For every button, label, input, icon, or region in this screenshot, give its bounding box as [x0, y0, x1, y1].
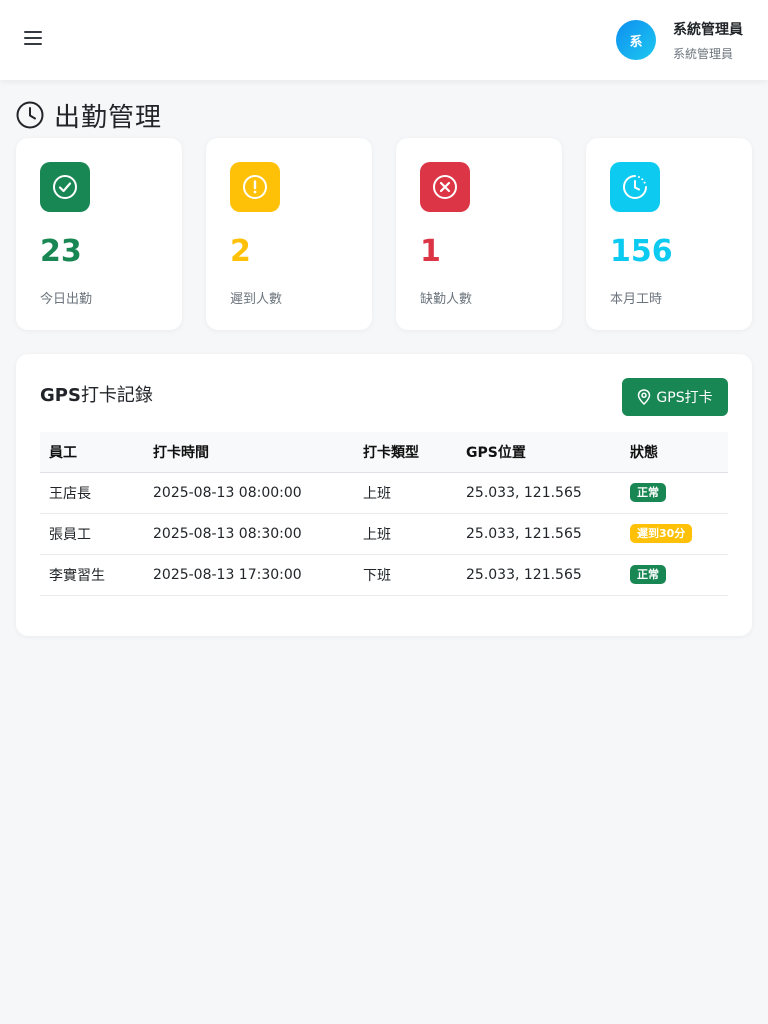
stat-value: 23: [40, 234, 82, 269]
cell-location: 25.033, 121.565: [457, 513, 621, 555]
cell-type: 上班: [354, 472, 457, 514]
cell-time: 2025-08-13 17:30:00: [144, 554, 354, 596]
gps-records-panel: GPS打卡記錄 GPS打卡 員工 打卡時間 打卡類型 GPS位置 狀態 王店長 …: [16, 354, 752, 636]
clock-history-icon: [610, 162, 660, 212]
status-badge: 遲到30分: [630, 524, 693, 543]
stat-label: 遲到人數: [230, 292, 283, 307]
cell-status: 遲到30分: [621, 513, 728, 555]
status-badge: 正常: [630, 565, 666, 584]
exclamation-circle-icon: [230, 162, 280, 212]
top-navbar: 系 系統管理員 系統管理員: [0, 0, 768, 80]
cell-time: 2025-08-13 08:30:00: [144, 513, 354, 555]
table-row: 張員工 2025-08-13 08:30:00 上班 25.033, 121.5…: [40, 513, 728, 555]
cell-status: 正常: [621, 472, 728, 514]
cell-type: 下班: [354, 554, 457, 596]
stat-card-hours: 156 本月工時: [586, 138, 752, 330]
panel-title-prefix: GPS: [40, 385, 81, 406]
table-header-row: 員工 打卡時間 打卡類型 GPS位置 狀態: [40, 432, 728, 473]
gps-checkin-button-label: GPS打卡: [656, 390, 713, 406]
x-circle-icon: [420, 162, 470, 212]
gps-records-table: 員工 打卡時間 打卡類型 GPS位置 狀態 王店長 2025-08-13 08:…: [40, 432, 728, 596]
gps-checkin-button[interactable]: GPS打卡: [622, 378, 728, 416]
stat-card-absent: 1 缺勤人數: [396, 138, 562, 330]
panel-title-suffix: 打卡記錄: [80, 385, 153, 406]
cell-employee: 張員工: [40, 513, 144, 555]
cell-location: 25.033, 121.565: [457, 472, 621, 514]
column-header: 員工: [40, 432, 144, 473]
check-circle-icon: [40, 162, 90, 212]
table-row: 王店長 2025-08-13 08:00:00 上班 25.033, 121.5…: [40, 472, 728, 514]
stat-label: 本月工時: [610, 292, 663, 307]
user-role: 系統管理員: [673, 47, 734, 61]
cell-type: 上班: [354, 513, 457, 555]
stat-card-late: 2 遲到人數: [206, 138, 372, 330]
panel-title: GPS打卡記錄: [40, 381, 153, 407]
stat-label: 今日出勤: [40, 292, 93, 307]
user-name: 系統管理員: [673, 22, 743, 38]
page-title: 出勤管理: [16, 99, 163, 133]
location-pin-icon: [638, 389, 651, 405]
cell-employee: 李實習生: [40, 554, 144, 596]
stat-value: 2: [230, 234, 251, 269]
cell-time: 2025-08-13 08:00:00: [144, 472, 354, 514]
cell-location: 25.033, 121.565: [457, 554, 621, 596]
clock-icon: [16, 101, 44, 129]
stat-card-present: 23 今日出勤: [16, 138, 182, 330]
page-title-text: 出勤管理: [54, 102, 163, 133]
column-header: 狀態: [621, 432, 728, 473]
column-header: GPS位置: [457, 432, 621, 473]
table-row: 李實習生 2025-08-13 17:30:00 下班 25.033, 121.…: [40, 554, 728, 596]
column-header: 打卡類型: [354, 432, 457, 473]
stat-value: 156: [610, 234, 673, 269]
cell-employee: 王店長: [40, 472, 144, 514]
cell-status: 正常: [621, 554, 728, 596]
stat-value: 1: [420, 234, 441, 269]
menu-toggle-icon[interactable]: [24, 31, 42, 47]
user-avatar[interactable]: 系: [616, 20, 656, 60]
stat-label: 缺勤人數: [420, 292, 473, 307]
column-header: 打卡時間: [144, 432, 354, 473]
status-badge: 正常: [630, 483, 666, 502]
